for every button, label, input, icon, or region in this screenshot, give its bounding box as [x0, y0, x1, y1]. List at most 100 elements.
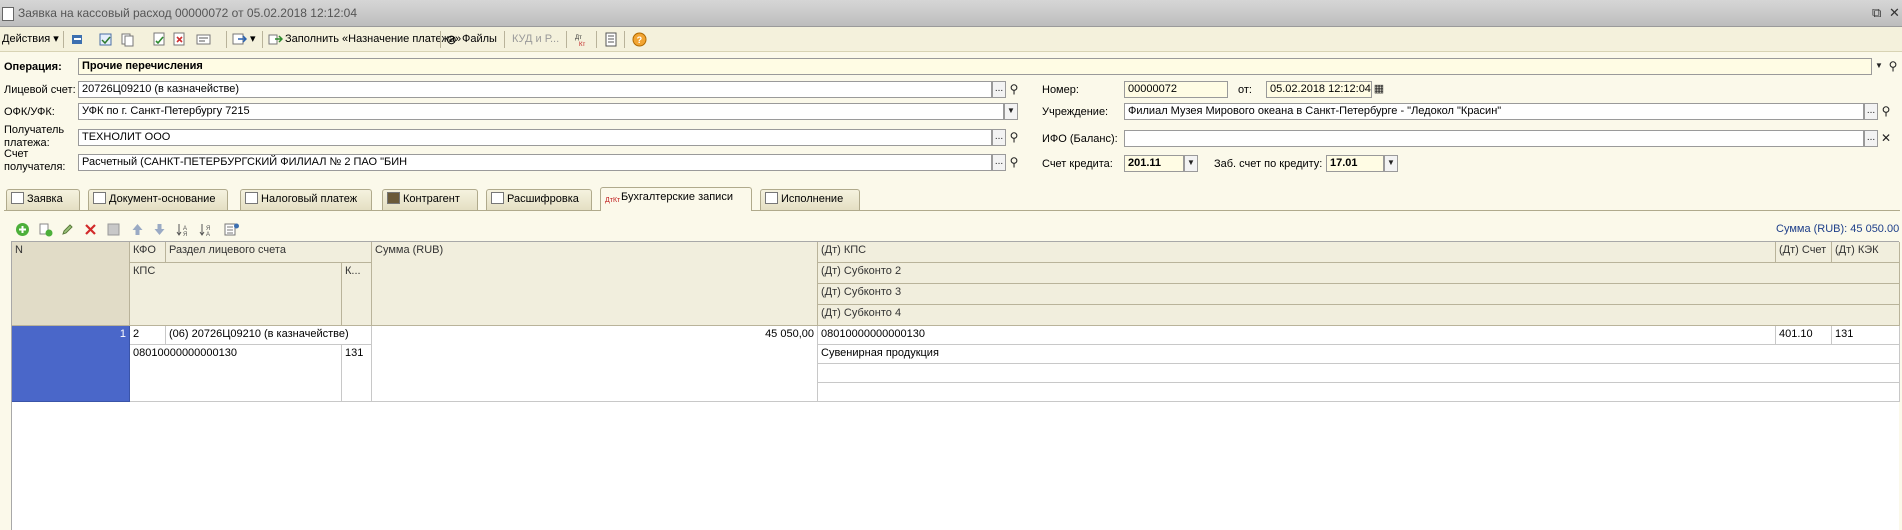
credit-account-field[interactable]: 201.11: [1124, 155, 1184, 172]
post-document-icon[interactable]: [152, 32, 167, 47]
sort-ascending-icon[interactable]: АЯ: [175, 222, 190, 237]
ifo-field[interactable]: [1124, 130, 1864, 147]
recipient-account-field[interactable]: Расчетный (САНКТ-ПЕТЕРБУРГСКИЙ ФИЛИАЛ № …: [78, 154, 992, 171]
table-cell-subconto-3[interactable]: [818, 364, 1900, 383]
search-icon[interactable]: ⚲: [1886, 58, 1900, 75]
debit-credit-icon[interactable]: ДтКт: [574, 32, 589, 47]
table-cell-dt-kek[interactable]: 131: [1832, 326, 1900, 345]
number-field[interactable]: 00000072: [1124, 81, 1228, 98]
status-icon[interactable]: [196, 32, 211, 47]
files-button[interactable]: Файлы: [462, 31, 497, 48]
go-to-dropdown[interactable]: ▾: [250, 31, 256, 48]
fill-purpose-button[interactable]: Заполнить «Назначение платежа»: [285, 31, 461, 48]
column-header-dt-account[interactable]: (Дт) Счет: [1776, 242, 1832, 263]
institution-field[interactable]: Филиал Музея Мирового океана в Санкт-Пет…: [1124, 103, 1864, 120]
end-edit-icon[interactable]: [106, 222, 121, 237]
institution-label: Учреждение:: [1042, 106, 1109, 118]
table-cell-n[interactable]: 1: [12, 326, 130, 402]
chevron-down-icon[interactable]: ▼: [1872, 58, 1886, 75]
move-down-icon[interactable]: [152, 222, 167, 237]
chevron-down-icon[interactable]: ▼: [1184, 155, 1198, 172]
table-cell-kfo[interactable]: 2: [130, 326, 166, 345]
clear-icon[interactable]: ✕: [1879, 130, 1893, 147]
title-bar: Заявка на кассовый расход 00000072 от 05…: [0, 0, 1902, 27]
column-header-section[interactable]: Раздел лицевого счета: [166, 242, 372, 263]
briefcase-icon: [387, 192, 400, 204]
search-icon[interactable]: ⚲: [1007, 154, 1021, 171]
paperclip-icon[interactable]: ⊘: [446, 31, 457, 48]
ofk-field[interactable]: УФК по г. Санкт-Петербургу 7215: [78, 103, 1004, 120]
select-button[interactable]: ...: [1864, 103, 1878, 120]
svg-text:?: ?: [637, 35, 643, 45]
search-icon[interactable]: ⚲: [1879, 103, 1893, 120]
column-header-kfo[interactable]: КФО: [130, 242, 166, 263]
actions-menu[interactable]: Действия ▾: [2, 31, 59, 48]
recipient-account-label: Счет получателя:: [4, 148, 66, 173]
sum-total: Сумма (RUB): 45 050.00: [1776, 223, 1900, 235]
table-cell-sum[interactable]: 45 050,00: [372, 326, 818, 402]
window-title: Заявка на кассовый расход 00000072 от 05…: [18, 6, 358, 20]
save-close-icon[interactable]: [70, 32, 85, 47]
tab-base-document[interactable]: Документ-основание: [88, 189, 228, 210]
column-header-sum[interactable]: Сумма (RUB): [372, 242, 818, 326]
copy-icon[interactable]: [120, 32, 135, 47]
copy-row-icon[interactable]: [38, 222, 53, 237]
write-icon[interactable]: [98, 32, 113, 47]
chevron-down-icon[interactable]: ▼: [1384, 155, 1398, 172]
recipient-field[interactable]: ТЕХНОЛИТ ООО: [78, 129, 992, 146]
fill-icon[interactable]: [268, 32, 283, 47]
number-label: Номер:: [1042, 84, 1079, 96]
link-document-icon: [93, 192, 106, 204]
select-button[interactable]: ...: [992, 129, 1006, 146]
account-field[interactable]: 20726Ц09210 (в казначействе): [78, 81, 992, 98]
date-field[interactable]: 05.02.2018 12:12:04: [1266, 81, 1372, 98]
table-cell-subconto-4[interactable]: [818, 383, 1900, 402]
kud-button[interactable]: КУД и Р...: [512, 31, 559, 48]
unpost-document-icon[interactable]: [172, 32, 187, 47]
document-icon: [2, 7, 14, 21]
column-header-dt-kps[interactable]: (Дт) КПС: [818, 242, 1776, 263]
settings-icon[interactable]: [224, 222, 240, 237]
toolbar-separator: [596, 31, 597, 48]
tab-accounting-entries[interactable]: ДтКтБухгалтерские записи: [600, 187, 752, 211]
close-button[interactable]: ✕: [1889, 5, 1900, 21]
sort-descending-icon[interactable]: ЯА: [198, 222, 213, 237]
search-icon[interactable]: ⚲: [1007, 129, 1021, 146]
tab-request[interactable]: Заявка: [6, 189, 80, 210]
search-icon[interactable]: ⚲: [1007, 81, 1021, 98]
edit-row-icon[interactable]: [60, 222, 75, 237]
calendar-icon[interactable]: ▦: [1372, 81, 1386, 98]
column-header-subconto-2[interactable]: (Дт) Субконто 2: [818, 263, 1900, 284]
tab-breakdown[interactable]: Расшифровка: [486, 189, 592, 210]
column-header-k[interactable]: К...: [342, 263, 372, 326]
tab-tax-payment[interactable]: Налоговый платеж: [240, 189, 372, 210]
select-button[interactable]: ...: [992, 154, 1006, 171]
select-button[interactable]: ...: [1864, 130, 1878, 147]
chevron-down-icon[interactable]: ▼: [1004, 103, 1018, 120]
go-to-icon[interactable]: [232, 32, 247, 47]
table-cell-subconto-2[interactable]: Сувенирная продукция: [818, 345, 1900, 364]
svg-text:А: А: [206, 232, 210, 237]
table-cell-dt-account[interactable]: 401.10: [1776, 326, 1832, 345]
offbalance-field[interactable]: 17.01: [1326, 155, 1384, 172]
add-row-icon[interactable]: [15, 222, 30, 237]
column-header-n[interactable]: N: [12, 242, 130, 326]
column-header-dt-kek[interactable]: (Дт) КЭК: [1832, 242, 1900, 263]
column-header-subconto-4[interactable]: (Дт) Субконто 4: [818, 305, 1900, 326]
tab-execution[interactable]: Исполнение: [760, 189, 860, 210]
table-cell-k[interactable]: 131: [342, 345, 372, 402]
column-header-kps[interactable]: КПС: [130, 263, 342, 326]
table-cell-dt-kps[interactable]: 08010000000000130: [818, 326, 1776, 345]
help-icon[interactable]: ?: [632, 32, 647, 47]
table-cell-kps[interactable]: 08010000000000130: [130, 345, 342, 402]
tab-counterparty[interactable]: Контрагент: [382, 189, 478, 210]
delete-row-icon[interactable]: [83, 222, 98, 237]
restore-button[interactable]: ⧉: [1872, 5, 1881, 21]
operation-field[interactable]: Прочие перечисления: [78, 58, 1872, 75]
accounting-entries-table[interactable]: N КФО Раздел лицевого счета КПС К... Сум…: [11, 241, 1900, 530]
table-cell-section[interactable]: (06) 20726Ц09210 (в казначействе): [166, 326, 372, 345]
report-icon[interactable]: [604, 32, 619, 47]
select-button[interactable]: ...: [992, 81, 1006, 98]
column-header-subconto-3[interactable]: (Дт) Субконто 3: [818, 284, 1900, 305]
move-up-icon[interactable]: [130, 222, 145, 237]
